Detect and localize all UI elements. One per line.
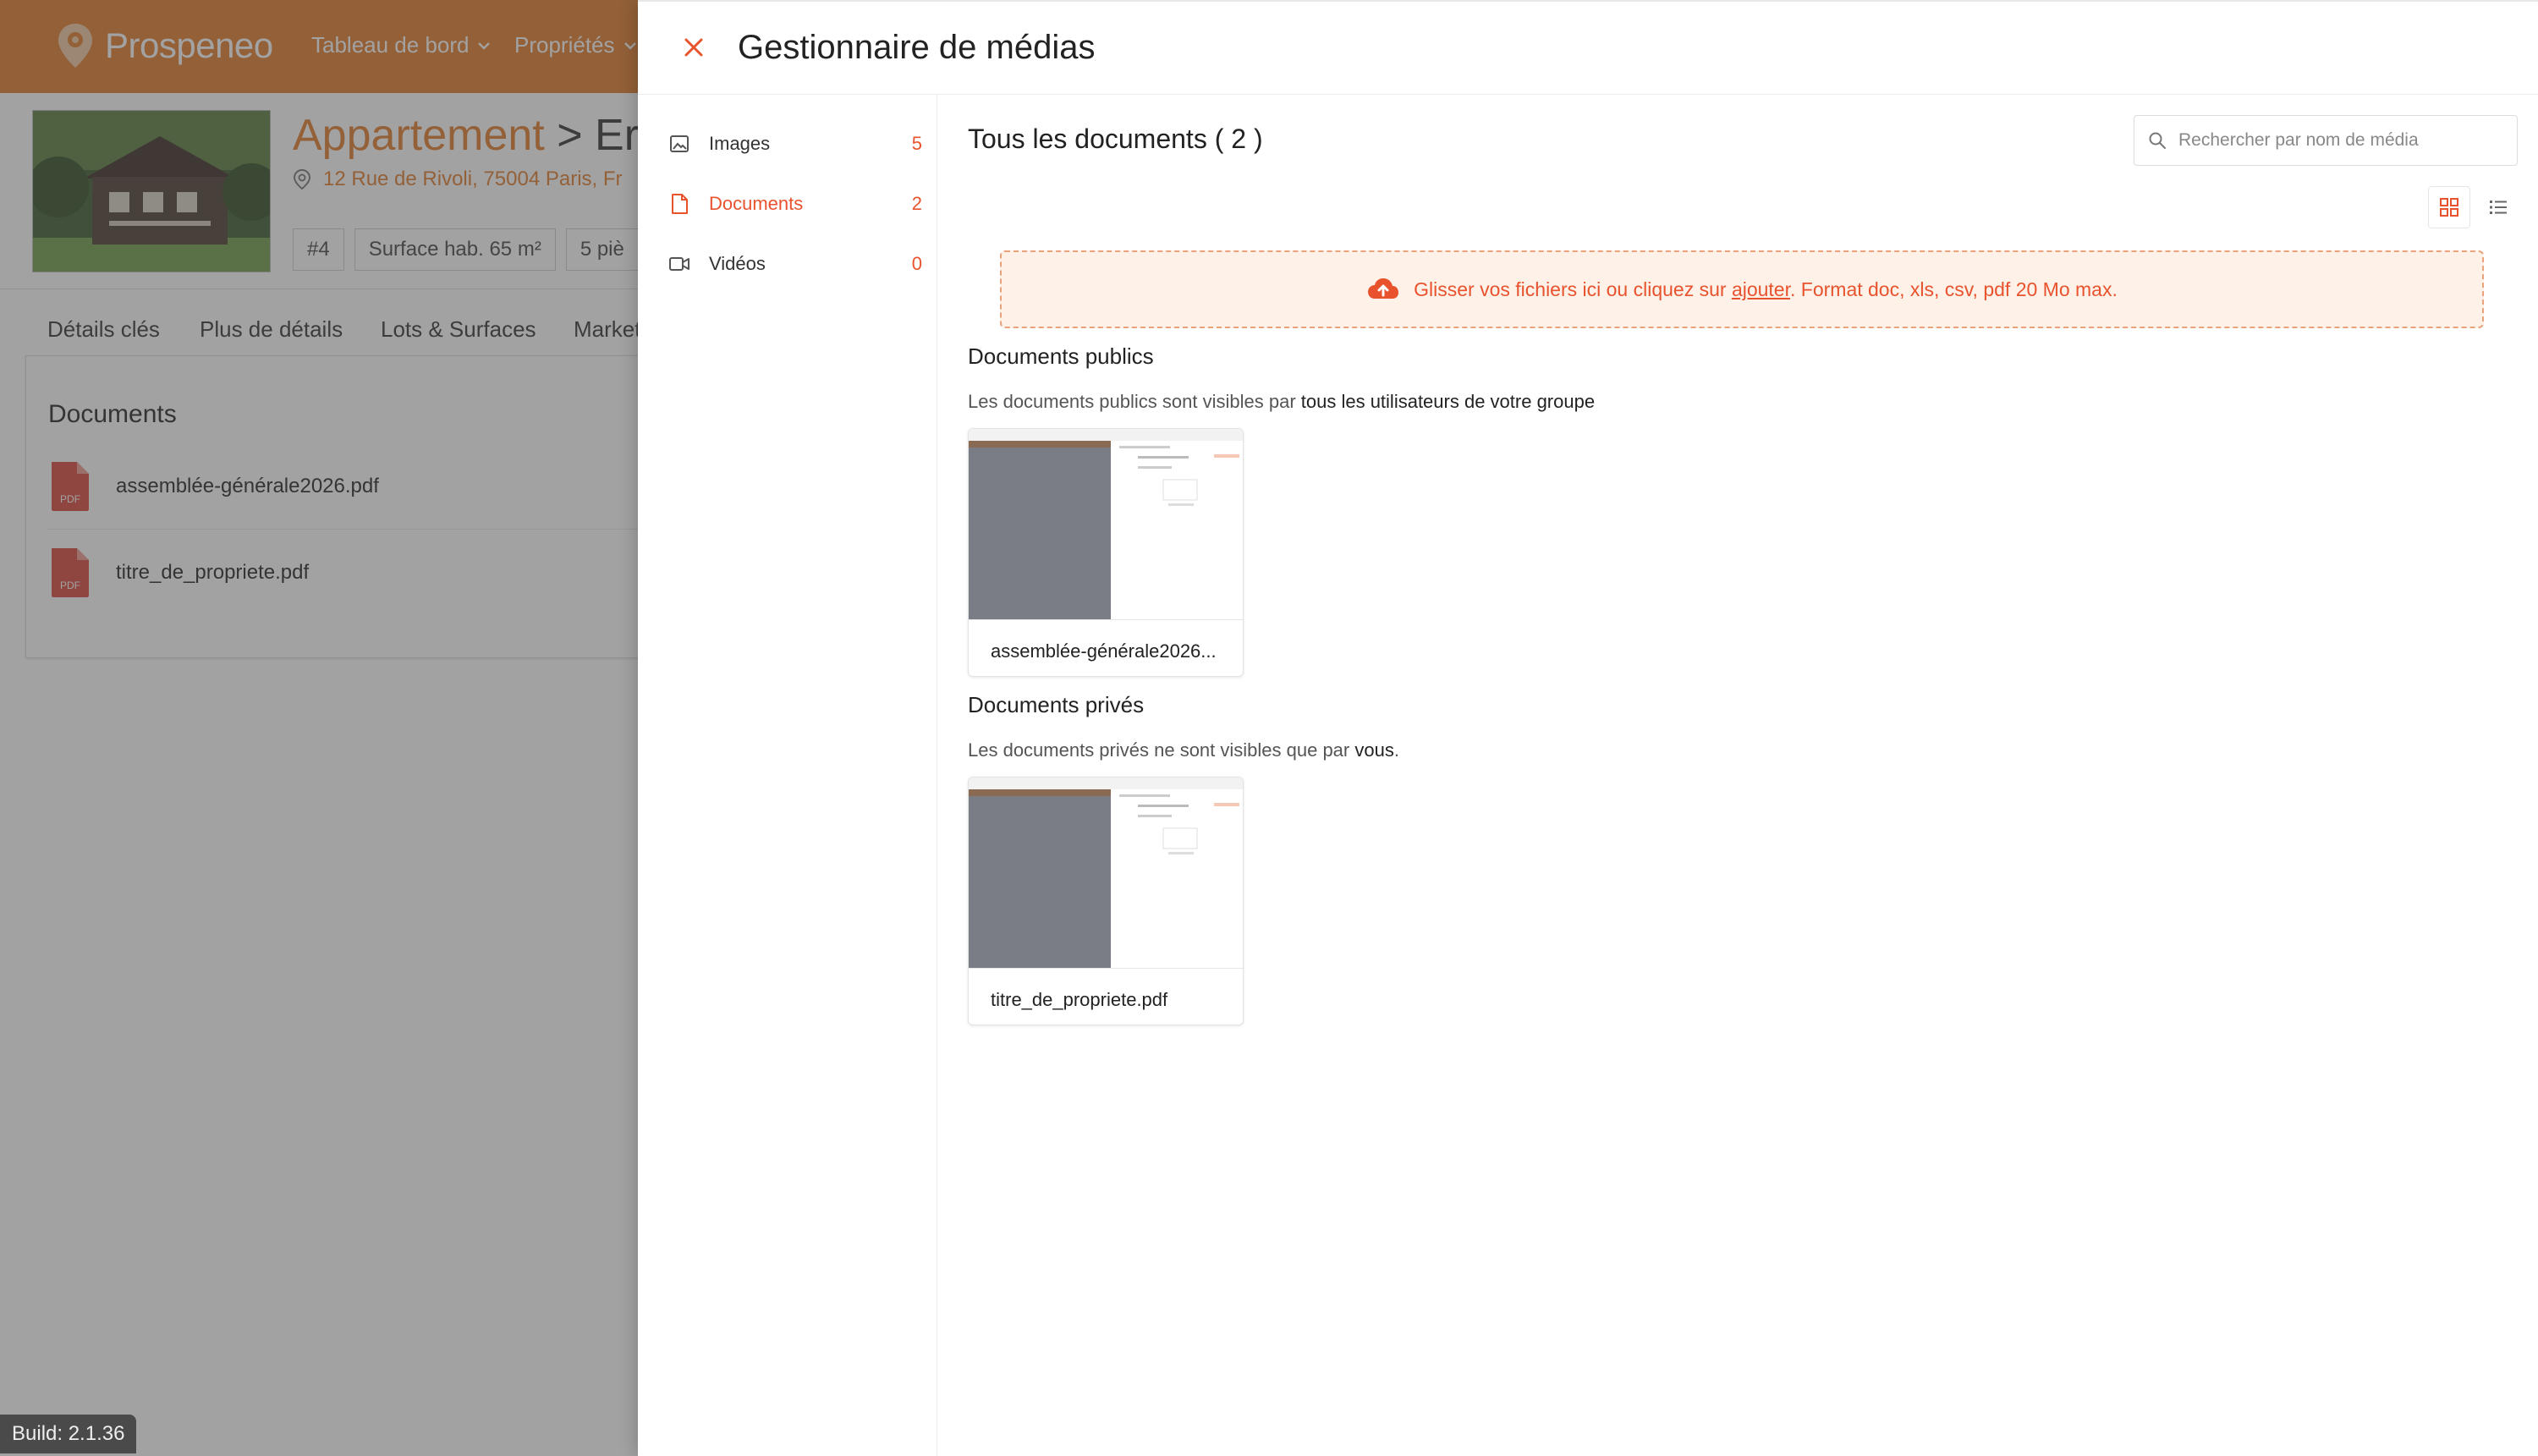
sidebar-item-count: 5 bbox=[911, 133, 922, 154]
sidebar-item-label: Vidéos bbox=[709, 253, 766, 274]
list-view-button[interactable] bbox=[2477, 186, 2519, 228]
document-thumbnail bbox=[969, 777, 1243, 969]
media-type-sidebar: Images 5 Documents 2 Vidéos 0 bbox=[638, 95, 937, 1456]
document-card-name: titre_de_propriete.pdf bbox=[991, 989, 1168, 1010]
dropzone-text-before: Glisser vos fichiers ici ou cliquez sur bbox=[1414, 277, 1732, 300]
list-icon bbox=[2490, 201, 2507, 214]
private-documents-description: Les documents privés ne sont visibles qu… bbox=[968, 739, 1399, 761]
search-icon bbox=[2149, 132, 2166, 149]
sidebar-item-videos[interactable]: Vidéos 0 bbox=[668, 245, 922, 283]
grid-icon bbox=[2440, 198, 2458, 217]
grid-view-button[interactable] bbox=[2428, 186, 2470, 228]
search-input[interactable] bbox=[2178, 130, 2500, 151]
public-documents-description: Les documents publics sont visibles par … bbox=[968, 391, 1595, 413]
sidebar-item-documents[interactable]: Documents 2 bbox=[668, 185, 922, 223]
document-card-name: assemblée-générale2026... bbox=[991, 640, 1217, 662]
public-desc-emphasis: tous les utilisateurs de votre groupe bbox=[1300, 391, 1596, 412]
media-manager-drawer: Gestionnaire de médias Images 5 Document… bbox=[638, 0, 2538, 1456]
dropzone-text-after: . Format doc, xls, csv, pdf 20 Mo max. bbox=[1790, 277, 2118, 300]
sidebar-item-images[interactable]: Images 5 bbox=[668, 125, 922, 162]
private-desc-end: . bbox=[1393, 739, 1399, 761]
close-icon[interactable] bbox=[680, 34, 707, 61]
private-documents-title: Documents privés bbox=[968, 692, 1145, 717]
content-title: Tous les documents ( 2 ) bbox=[968, 124, 1263, 154]
document-thumbnail bbox=[969, 429, 1243, 620]
drawer-title: Gestionnaire de médias bbox=[738, 29, 1096, 66]
document-card[interactable]: titre_de_propriete.pdf bbox=[968, 777, 1244, 1025]
cloud-upload-icon bbox=[1368, 278, 1399, 299]
image-icon bbox=[668, 133, 690, 155]
sidebar-item-count: 0 bbox=[911, 253, 922, 274]
upload-dropzone[interactable]: Glisser vos fichiers ici ou cliquez sur … bbox=[1000, 250, 2484, 328]
media-content: Tous les documents ( 2 ) Rechercher par … bbox=[937, 95, 2538, 1456]
public-documents-title: Documents publics bbox=[968, 343, 1154, 369]
sidebar-item-count: 2 bbox=[911, 193, 922, 214]
search-box bbox=[2134, 115, 2518, 166]
sidebar-item-label: Images bbox=[709, 133, 771, 154]
drawer-header: Gestionnaire de médias bbox=[638, 2, 2538, 95]
dropzone-text: Glisser vos fichiers ici ou cliquez sur … bbox=[1414, 278, 2118, 301]
build-version-badge: Build: 2.1.36 bbox=[0, 1415, 137, 1453]
private-desc-emphasis: vous bbox=[1354, 739, 1394, 761]
private-desc-text: Les documents privés ne sont visibles qu… bbox=[968, 739, 1355, 761]
document-icon bbox=[668, 193, 690, 215]
document-card[interactable]: assemblée-générale2026... bbox=[968, 428, 1244, 677]
add-file-link[interactable]: ajouter bbox=[1732, 278, 1790, 300]
sidebar-item-label: Documents bbox=[709, 193, 804, 214]
public-desc-text: Les documents publics sont visibles par bbox=[968, 391, 1301, 412]
video-camera-icon bbox=[668, 253, 690, 275]
